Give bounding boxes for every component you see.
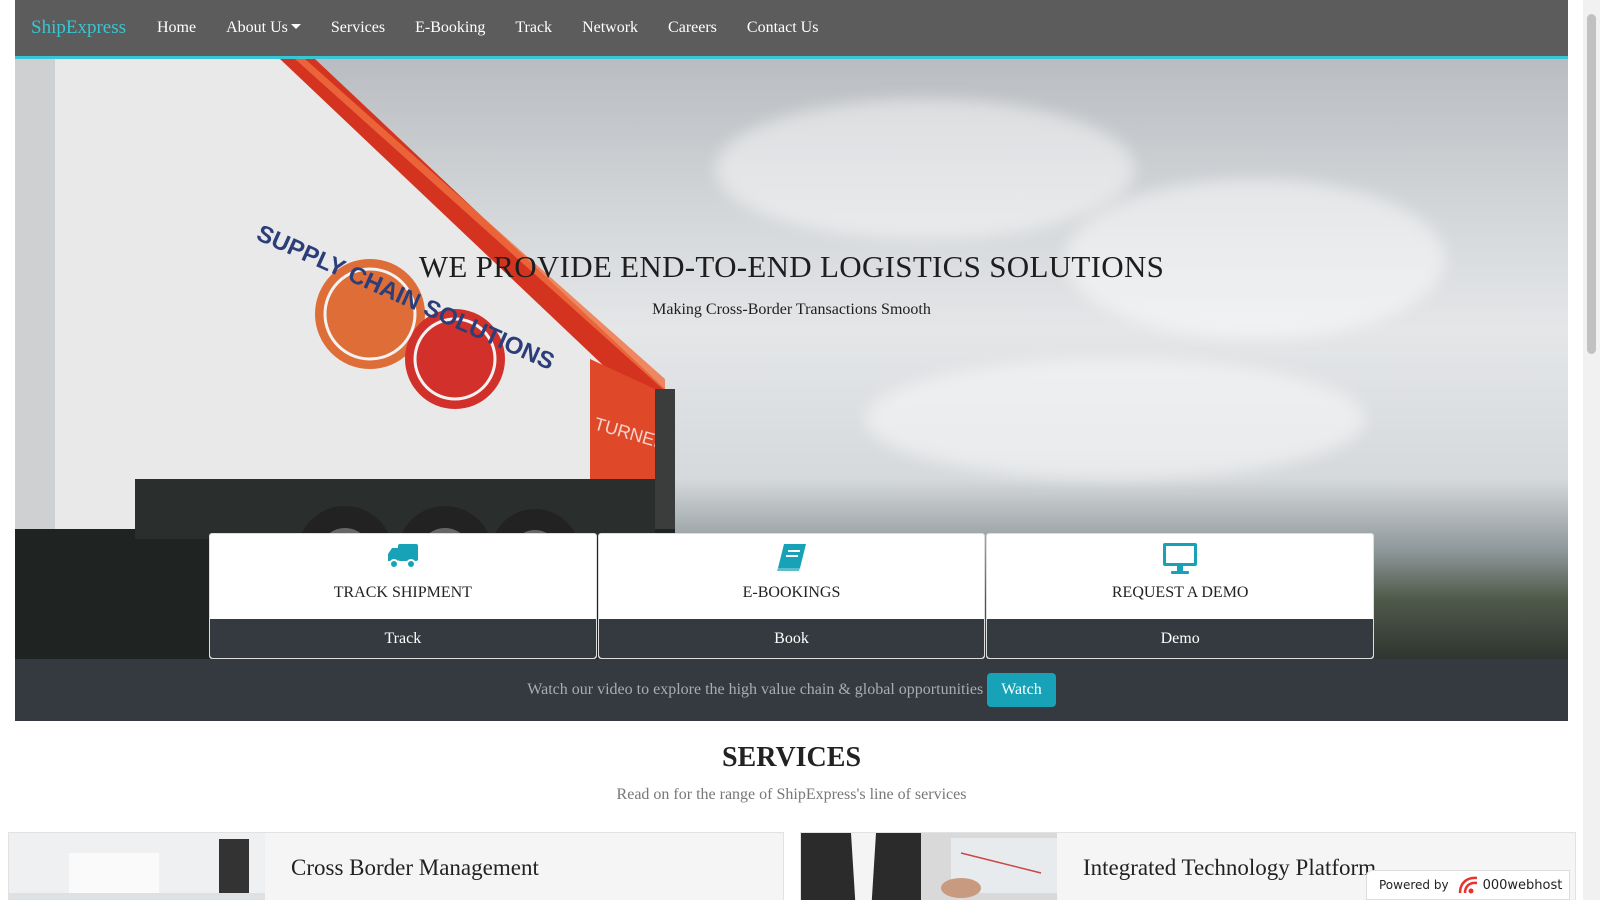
nav-e-booking[interactable]: E-Booking: [400, 19, 500, 37]
services-heading: SERVICES: [721, 742, 862, 773]
webhost-name: 000webhost: [1482, 877, 1563, 893]
truck-icon: [210, 542, 596, 574]
nav-about-us[interactable]: About Us: [211, 19, 316, 37]
video-promo-bar: Watch our video to explore the high valu…: [15, 659, 1568, 721]
services-subheading: Read on for the range of ShipExpress's l…: [616, 786, 967, 803]
nav-home[interactable]: Home: [142, 19, 211, 37]
nav-services[interactable]: Services: [316, 19, 400, 37]
nav-track[interactable]: Track: [500, 19, 567, 37]
nav-careers-label: Careers: [668, 19, 717, 36]
cloud-shape: [715, 99, 1135, 239]
caret-down-icon: [290, 24, 301, 29]
nav-contact-us-label: Contact Us: [746, 19, 819, 36]
card-e-bookings: E-BOOKINGS Book: [597, 533, 986, 659]
brand-logo[interactable]: ShipExpress: [31, 17, 126, 39]
office-photo-thumbnail: [9, 833, 265, 900]
powered-by-label: Powered by: [1379, 878, 1449, 892]
book-icon: [599, 542, 985, 574]
watch-button[interactable]: Watch: [987, 673, 1056, 707]
scrollbar-thumb[interactable]: [1587, 14, 1596, 354]
nav-home-label: Home: [157, 19, 197, 36]
service-card-cross-border[interactable]: Cross Border Management: [8, 832, 784, 900]
card-label: REQUEST A DEMO: [1111, 584, 1249, 601]
demo-button[interactable]: Demo: [987, 619, 1374, 658]
book-button[interactable]: Book: [598, 619, 985, 658]
cloud-shape: [865, 359, 1365, 479]
monitor-icon: [987, 542, 1373, 574]
track-button[interactable]: Track: [210, 619, 596, 658]
nav-network-label: Network: [582, 19, 639, 36]
nav-track-label: Track: [515, 19, 553, 36]
nav-services-label: Services: [330, 19, 386, 36]
powered-by-badge[interactable]: Powered by 000webhost: [1366, 870, 1570, 900]
nav-contact-us[interactable]: Contact Us: [732, 19, 834, 37]
hero-subtitle: Making Cross-Border Transactions Smooth: [652, 301, 931, 318]
card-request-demo: REQUEST A DEMO Demo: [986, 533, 1375, 659]
business-photo-thumbnail: [801, 833, 1057, 900]
nav-about-us-label: About Us: [226, 19, 288, 36]
page-scrollbar[interactable]: [1583, 0, 1600, 900]
card-label: E-BOOKINGS: [742, 584, 841, 601]
webhost-logo-icon: [1458, 876, 1477, 894]
action-cards: TRACK SHIPMENT Track E-BOOKINGS Book REQ…: [209, 533, 1375, 659]
hero-title: WE PROVIDE END-TO-END LOGISTICS SOLUTION…: [418, 249, 1165, 284]
service-title: Integrated Technology Platform: [1083, 855, 1377, 880]
nav-e-booking-label: E-Booking: [415, 19, 486, 36]
service-title: Cross Border Management: [291, 855, 539, 880]
card-track-shipment: TRACK SHIPMENT Track: [209, 533, 597, 659]
nav-careers[interactable]: Careers: [653, 19, 732, 37]
card-label: TRACK SHIPMENT: [333, 584, 472, 601]
nav-network[interactable]: Network: [567, 19, 653, 37]
video-promo-text: Watch our video to explore the high valu…: [527, 681, 984, 698]
top-navbar: ShipExpress Home About Us Services E-Boo…: [15, 0, 1568, 59]
